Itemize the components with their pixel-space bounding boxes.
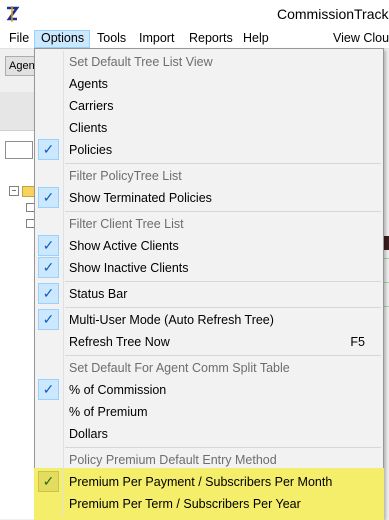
grid-line xyxy=(384,258,389,259)
menu-item-multi-user-mode[interactable]: ✓ Multi-User Mode (Auto Refresh Tree) xyxy=(35,309,383,331)
tree-view-header: Set Default Tree List View xyxy=(69,55,213,69)
menu-item-show-active-clients[interactable]: ✓ Show Active Clients xyxy=(35,235,383,257)
menu-item-percent-of-commission[interactable]: ✓ % of Commission xyxy=(35,379,383,401)
menu-options[interactable]: Options xyxy=(34,30,90,48)
menu-item-percent-of-premium[interactable]: % of Premium xyxy=(35,401,383,423)
menu-file[interactable]: File xyxy=(3,30,35,48)
menu-separator xyxy=(65,281,381,282)
window-title: CommissionTrack xyxy=(277,6,389,22)
menu-item-premium-per-payment[interactable]: ✓ Premium Per Payment / Subscribers Per … xyxy=(35,471,383,493)
menu-import[interactable]: Import xyxy=(133,30,180,48)
menu-item-carriers[interactable]: Carriers xyxy=(35,95,383,117)
menu-reports[interactable]: Reports xyxy=(183,30,239,48)
menu-bar: File Options Tools Import Reports Help V… xyxy=(0,30,389,49)
menu-item-refresh-tree-now[interactable]: Refresh Tree Now F5 xyxy=(35,331,383,353)
policy-filter-header: Filter PolicyTree List xyxy=(69,169,182,183)
checkmark-icon: ✓ xyxy=(38,379,59,400)
premium-entry-header: Policy Premium Default Entry Method xyxy=(69,453,277,467)
menu-separator xyxy=(65,307,381,308)
menu-item-show-terminated-policies[interactable]: ✓ Show Terminated Policies xyxy=(35,187,383,209)
menu-item-status-bar[interactable]: ✓ Status Bar xyxy=(35,283,383,305)
app-icon xyxy=(5,6,20,22)
shortcut-f5: F5 xyxy=(350,335,365,349)
checkmark-icon: ✓ xyxy=(38,187,59,208)
client-filter-header: Filter Client Tree List xyxy=(69,217,184,231)
menu-separator xyxy=(65,355,381,356)
menu-item-premium-per-term[interactable]: Premium Per Term / Subscribers Per Year xyxy=(35,493,383,515)
menu-tools[interactable]: Tools xyxy=(91,30,132,48)
checkmark-icon: ✓ xyxy=(38,235,59,256)
menu-view-clouds[interactable]: View Clouds xyxy=(327,30,389,48)
tree-collapse-icon[interactable]: − xyxy=(9,186,19,196)
right-edge-header xyxy=(384,236,389,250)
menu-item-policies[interactable]: ✓ Policies xyxy=(35,139,383,161)
menu-item-agents[interactable]: Agents xyxy=(35,73,383,95)
options-dropdown: Set Default Tree List View Agents Carrie… xyxy=(34,48,384,520)
menu-separator xyxy=(65,211,381,212)
menu-item-dollars[interactable]: Dollars xyxy=(35,423,383,445)
checkmark-icon: ✓ xyxy=(38,257,59,278)
menu-help[interactable]: Help xyxy=(237,30,275,48)
right-edge-panel xyxy=(384,49,389,519)
menu-item-show-inactive-clients[interactable]: ✓ Show Inactive Clients xyxy=(35,257,383,279)
tree-panel-toolbar xyxy=(0,92,36,131)
title-bar: CommissionTrack xyxy=(0,0,389,30)
menu-item-clients[interactable]: Clients xyxy=(35,117,383,139)
menu-separator xyxy=(65,163,381,164)
checkmark-icon: ✓ xyxy=(38,471,59,492)
checkmark-icon: ✓ xyxy=(38,139,59,160)
menu-separator xyxy=(65,447,381,448)
grid-line xyxy=(384,306,389,307)
tree-filter-box[interactable] xyxy=(5,141,33,159)
grid-line xyxy=(384,282,389,283)
comm-split-header: Set Default For Agent Comm Split Table xyxy=(69,361,290,375)
checkmark-icon: ✓ xyxy=(38,283,59,304)
checkmark-icon: ✓ xyxy=(38,309,59,330)
